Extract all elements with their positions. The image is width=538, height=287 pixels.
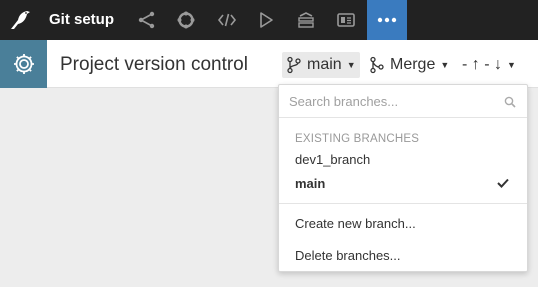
more-icon[interactable] [367, 0, 407, 40]
checkmark-icon [497, 178, 509, 188]
create-new-branch-item[interactable]: Create new branch... [279, 212, 527, 236]
caret-down-icon: ▼ [507, 60, 516, 70]
sync-label: - ↑ - ↓ [462, 56, 502, 73]
top-navigation-bar: Git setup [0, 0, 538, 40]
bird-logo-icon[interactable] [8, 8, 32, 32]
page-title: Project version control [60, 54, 248, 75]
code-icon[interactable] [215, 8, 239, 32]
lifecycle-icon[interactable] [174, 8, 198, 32]
merge-button[interactable]: Merge ▼ [369, 54, 449, 76]
dashboard-icon[interactable] [334, 8, 358, 32]
page-header: Project version control main ▼ Merge ▼ -… [0, 40, 538, 88]
branch-name: dev1_branch [295, 152, 371, 167]
delete-branches-item[interactable]: Delete branches... [279, 244, 527, 268]
existing-branches-heading: EXISTING BRANCHES [295, 133, 420, 145]
branch-selector-label: main [307, 56, 342, 73]
branch-item-dev1-branch[interactable]: dev1_branch [279, 149, 527, 171]
branch-search-input[interactable] [289, 91, 499, 111]
sync-push-pull-button[interactable]: - ↑ - ↓ ▼ [462, 54, 516, 76]
create-new-branch-label: Create new branch... [295, 216, 416, 231]
branch-item-main[interactable]: main [279, 173, 527, 195]
branch-selector-button[interactable]: main ▼ [282, 52, 360, 78]
git-branch-icon [287, 56, 301, 74]
run-icon[interactable] [254, 8, 278, 32]
git-merge-icon [370, 56, 384, 74]
search-icon [504, 96, 516, 108]
branch-search-row [279, 85, 527, 118]
stack-icon[interactable] [294, 8, 318, 32]
app-title: Git setup [49, 11, 115, 28]
flow-icon[interactable] [135, 8, 159, 32]
gear-icon[interactable] [0, 40, 47, 88]
branch-dropdown-menu: EXISTING BRANCHES dev1_branch main Creat… [278, 84, 528, 272]
caret-down-icon: ▼ [346, 60, 356, 70]
delete-branches-label: Delete branches... [295, 248, 401, 263]
branch-name: main [295, 176, 326, 191]
menu-divider [279, 203, 527, 204]
merge-label: Merge [390, 56, 436, 73]
caret-down-icon: ▼ [440, 60, 450, 70]
